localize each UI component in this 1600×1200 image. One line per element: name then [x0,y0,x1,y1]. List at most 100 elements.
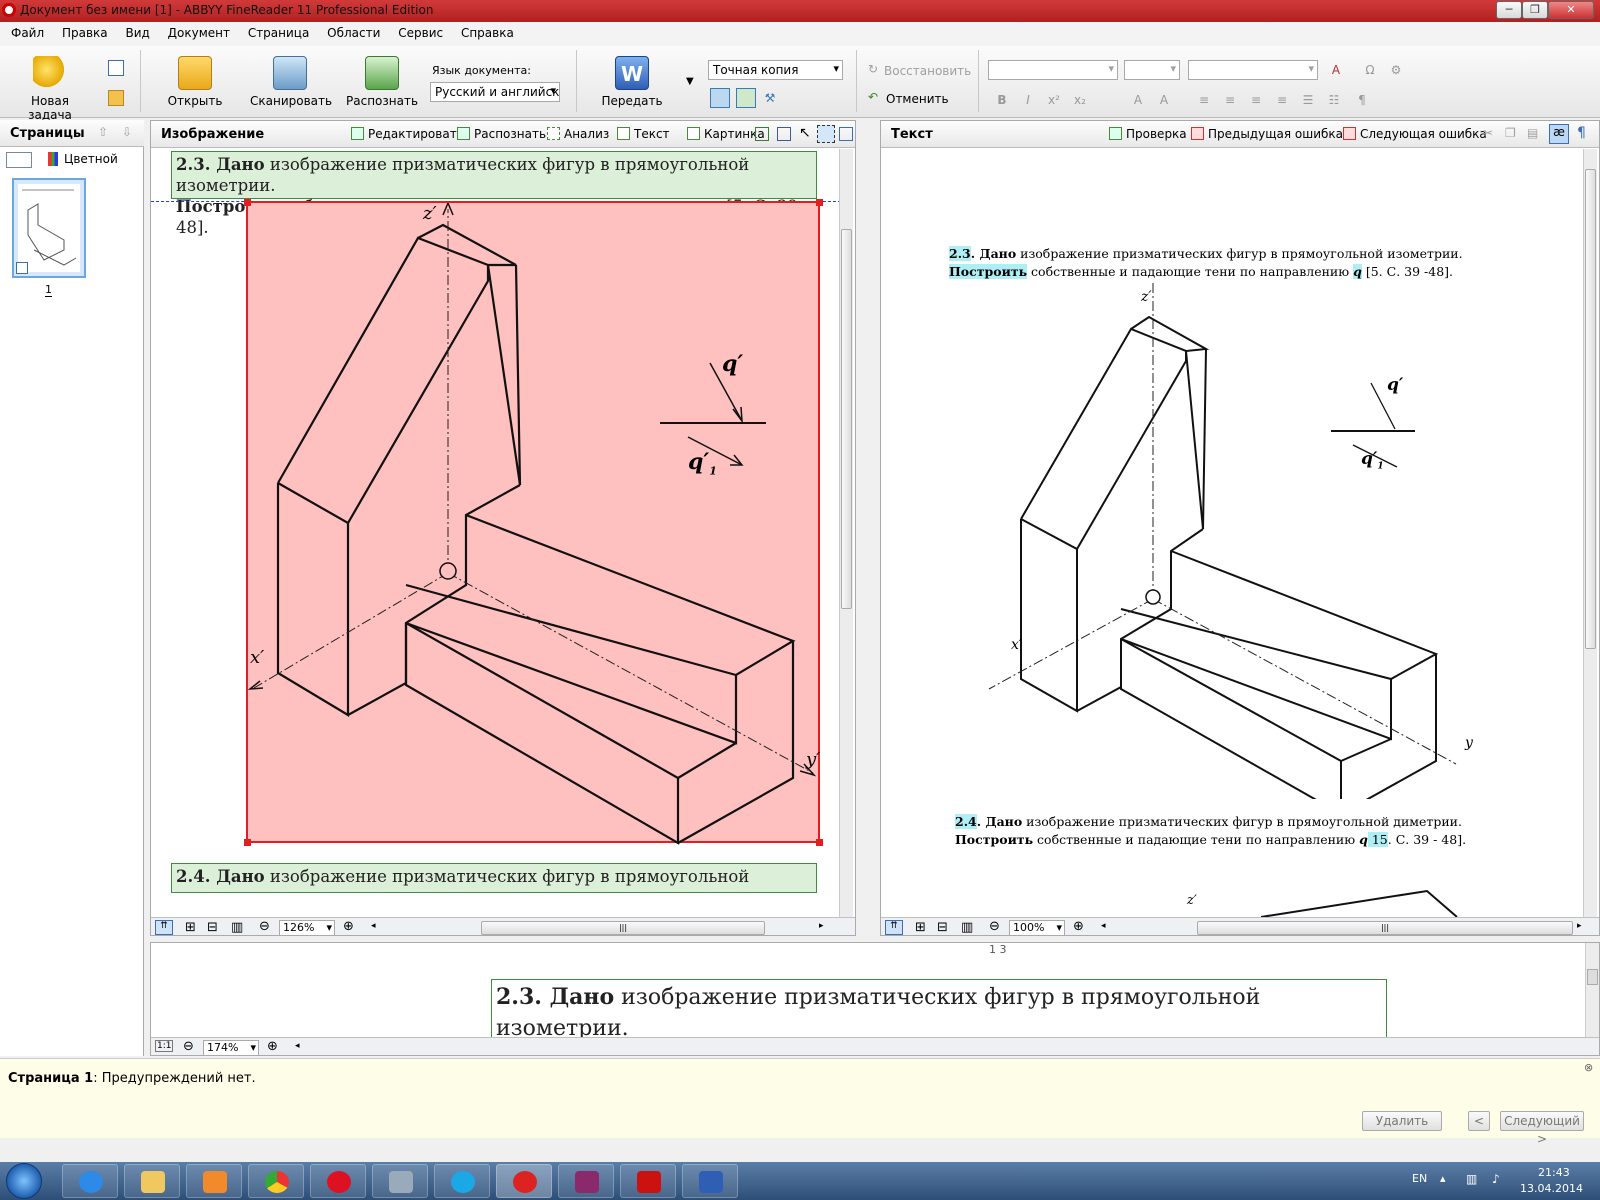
next-warning-button[interactable]: Следующий > [1500,1111,1584,1146]
zoom-panel-zoom-in-icon[interactable]: ⊕ [267,1039,278,1054]
taskbar-explorer[interactable] [124,1164,180,1198]
delete-warning-button[interactable]: Удалить [1362,1111,1442,1131]
menu-page[interactable]: Страница [241,22,317,44]
fit-page-icon[interactable]: ⊞ [185,920,196,935]
clock-date[interactable]: 13.04.2014 [1520,1182,1583,1195]
page-up-icon[interactable]: ⇧ [98,125,108,139]
image-zoom-select[interactable]: 126% [279,920,335,935]
superscript-icon[interactable]: x² [1046,92,1062,108]
maximize-button[interactable]: ❐ [1522,1,1548,19]
indent-icon[interactable]: ☰ [1300,92,1316,108]
bold-icon[interactable]: B [994,92,1010,108]
menu-view[interactable]: Вид [118,22,156,44]
taskbar-media[interactable] [186,1164,242,1198]
page-thumbnail[interactable] [12,178,86,278]
taskbar-chrome[interactable] [248,1164,304,1198]
language-indicator[interactable]: EN [1412,1172,1427,1185]
font-size-select[interactable] [1124,60,1180,80]
text-area-button[interactable]: Текст [617,127,670,141]
scroll-right-icon[interactable]: ▸ [819,921,824,931]
special-chars-icon[interactable]: ⚙ [1388,62,1404,78]
region-handle[interactable] [816,839,823,846]
subscript-icon[interactable]: x₂ [1072,92,1088,108]
fit-width-icon[interactable]: ⊟ [207,920,218,935]
zoom-vscroll-thumb[interactable] [1587,969,1598,985]
region-handle[interactable] [244,839,251,846]
send-button[interactable]: W Передать [596,56,668,108]
collapse-icon[interactable]: ⇈ [155,920,173,935]
close-warnings-icon[interactable]: ⊗ [1584,1061,1593,1074]
copy-icon[interactable]: ❐ [1505,126,1516,140]
image-hscroll-thumb[interactable]: ||| [481,921,765,935]
text-scroll-right-icon[interactable]: ▸ [1577,921,1582,931]
text-fit-height-icon[interactable]: ▥ [961,920,973,935]
open-folder-small-icon[interactable] [108,90,124,106]
close-button[interactable]: ✕ [1548,1,1594,19]
taskbar-winrar[interactable] [558,1164,614,1198]
select-area-icon[interactable] [817,125,835,143]
picture-region[interactable]: z′ x′ y′ q′ q′1 [244,199,823,846]
open-button[interactable]: Открыть [160,56,230,108]
taskbar-word[interactable] [682,1164,738,1198]
tray-arrow-icon[interactable]: ▴ [1440,1172,1446,1185]
pilcrow-icon[interactable]: ¶ [1354,92,1370,108]
zoom-vscroll[interactable] [1585,943,1599,1037]
text-vscroll[interactable] [1583,149,1597,917]
zoom-panel-scroll-left-icon[interactable]: ◂ [295,1041,300,1051]
text-vscroll-thumb[interactable] [1585,169,1596,649]
paste-icon[interactable]: ▤ [1527,126,1538,140]
table-area-icon[interactable] [755,127,769,141]
menu-document[interactable]: Документ [161,22,237,44]
zoom-in-icon[interactable]: ⊕ [343,919,354,934]
actual-size-icon[interactable]: 1:1 [155,1040,174,1052]
taskbar-calculator[interactable] [372,1164,428,1198]
prev-error-button[interactable]: Предыдущая ошибка [1191,127,1343,141]
next-error-button[interactable]: Следующая ошибка [1343,127,1487,141]
menu-help[interactable]: Справка [454,22,521,44]
image-vscroll[interactable] [839,149,853,917]
new-task-button[interactable]: Новая задача [10,56,90,122]
list-icon[interactable]: ☷ [1326,92,1342,108]
text-hscroll-thumb[interactable]: ||| [1197,921,1573,935]
text-zoom-in-icon[interactable]: ⊕ [1073,919,1084,934]
pilcrow-toggle-icon[interactable]: ¶ [1577,125,1586,141]
zoom-panel-zoom-select[interactable]: 174% [203,1040,259,1055]
italic-icon[interactable]: I [1020,92,1036,108]
picture-area-button[interactable]: Картинка [687,127,765,141]
recognize-button[interactable]: Распознать [346,56,418,108]
menu-edit[interactable]: Правка [55,22,115,44]
minimize-button[interactable]: ─ [1496,1,1522,19]
text-paragraph-2-4[interactable]: 2.4. Дано изображение призматических фиг… [955,813,1471,849]
text-block-2-4[interactable]: 2.4. Дано изображение призматических фиг… [171,863,817,893]
color-mode-label[interactable]: Цветной [64,152,118,166]
resize-area-icon[interactable] [839,127,853,141]
zoom-panel-zoom-out-icon[interactable]: ⊖ [183,1039,194,1054]
text-zoom-select[interactable]: 100% [1009,920,1065,935]
increase-font-icon[interactable]: A [1130,92,1146,108]
send-dropdown-icon[interactable]: ▼ [686,76,694,87]
text-collapse-icon[interactable]: ⇈ [885,920,903,935]
font-color-icon[interactable]: A [1328,62,1344,78]
text-block-2-3[interactable]: 2.3. Дано изображение призматических фиг… [171,151,817,237]
page-down-icon[interactable]: ⇩ [122,125,132,139]
taskbar-finereader[interactable] [496,1164,552,1198]
image-vscroll-thumb[interactable] [841,229,852,609]
zoom-out-icon[interactable]: ⊖ [259,919,270,934]
clock-time[interactable]: 21:43 [1538,1166,1570,1179]
cut-icon[interactable]: ✂ [1483,126,1493,140]
menu-file[interactable]: Файл [4,22,51,44]
wrench-icon[interactable]: ⚒ [762,90,778,106]
cancel-button[interactable]: Отменить [886,92,949,106]
layout-text-icon[interactable] [736,88,756,108]
barcode-area-icon[interactable] [777,127,791,141]
prev-warning-button[interactable]: < [1468,1111,1490,1131]
text-zoom-out-icon[interactable]: ⊖ [989,919,1000,934]
check-button[interactable]: Проверка [1109,127,1187,141]
menu-service[interactable]: Сервис [391,22,450,44]
align-left-icon[interactable]: ≡ [1196,92,1212,108]
font-name-select[interactable] [988,60,1118,80]
layout-image-icon[interactable] [710,88,730,108]
new-document-icon[interactable] [108,60,124,76]
align-justify-icon[interactable]: ≡ [1274,92,1290,108]
edit-image-button[interactable]: Редактировать [351,127,464,141]
